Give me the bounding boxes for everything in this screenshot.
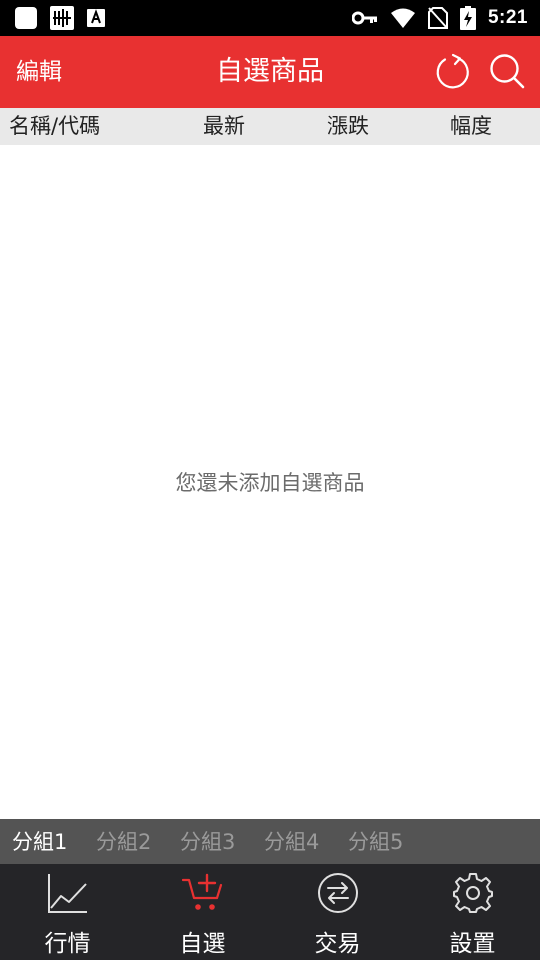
group-tab-4[interactable]: 分組4 — [264, 819, 319, 865]
search-icon — [490, 54, 525, 89]
refresh-button[interactable] — [434, 53, 472, 91]
column-name-code[interactable]: 名稱/代碼 — [9, 108, 100, 145]
bottom-navigation: 行情 自選 交易 設置 — [0, 864, 540, 960]
nav-label-market: 行情 — [44, 931, 91, 957]
cart-add-icon — [182, 873, 223, 910]
barcode-app-icon — [50, 6, 74, 30]
group-tab-3[interactable]: 分組3 — [180, 819, 235, 865]
watchlist-area: 您還未添加自選商品 — [0, 145, 540, 819]
group-tabs: 分組1 分組2 分組3 分組4 分組5 — [0, 819, 540, 864]
app-square-icon — [15, 7, 37, 29]
column-change[interactable]: 漲跌 — [327, 108, 369, 145]
nav-label-watchlist: 自選 — [179, 931, 226, 957]
status-bar: 5:21 — [0, 0, 540, 36]
column-header: 名稱/代碼 最新 漲跌 幅度 — [0, 108, 540, 145]
app-header: 編輯 自選商品 — [0, 36, 540, 108]
line-chart-icon — [48, 874, 87, 913]
wifi-icon — [390, 8, 415, 28]
nav-label-settings: 設置 — [449, 931, 496, 957]
font-app-icon — [87, 9, 105, 27]
nav-label-trade: 交易 — [314, 931, 361, 957]
column-latest[interactable]: 最新 — [203, 108, 245, 145]
nav-item-settings[interactable]: 設置 — [405, 864, 540, 960]
search-button[interactable] — [488, 52, 526, 90]
status-bar-notifications — [14, 6, 106, 30]
gear-icon — [453, 873, 493, 913]
nav-item-market[interactable]: 行情 — [0, 864, 135, 960]
edit-button[interactable]: 編輯 — [16, 55, 62, 89]
group-tab-2[interactable]: 分組2 — [96, 819, 151, 865]
battery-charging-icon — [459, 6, 476, 30]
nav-item-watchlist[interactable]: 自選 — [135, 864, 270, 960]
column-percent[interactable]: 幅度 — [450, 108, 492, 145]
nav-item-trade[interactable]: 交易 — [270, 864, 405, 960]
status-time: 5:21 — [487, 7, 528, 28]
group-tab-5[interactable]: 分組5 — [348, 819, 403, 865]
group-tab-1[interactable]: 分組1 — [12, 819, 67, 865]
empty-state-message: 您還未添加自選商品 — [175, 471, 365, 495]
swap-circle-icon — [318, 873, 358, 913]
no-sim-icon — [427, 7, 448, 29]
vpn-key-icon — [351, 11, 377, 25]
refresh-icon — [436, 53, 469, 89]
status-bar-system: 5:21 — [351, 4, 528, 32]
